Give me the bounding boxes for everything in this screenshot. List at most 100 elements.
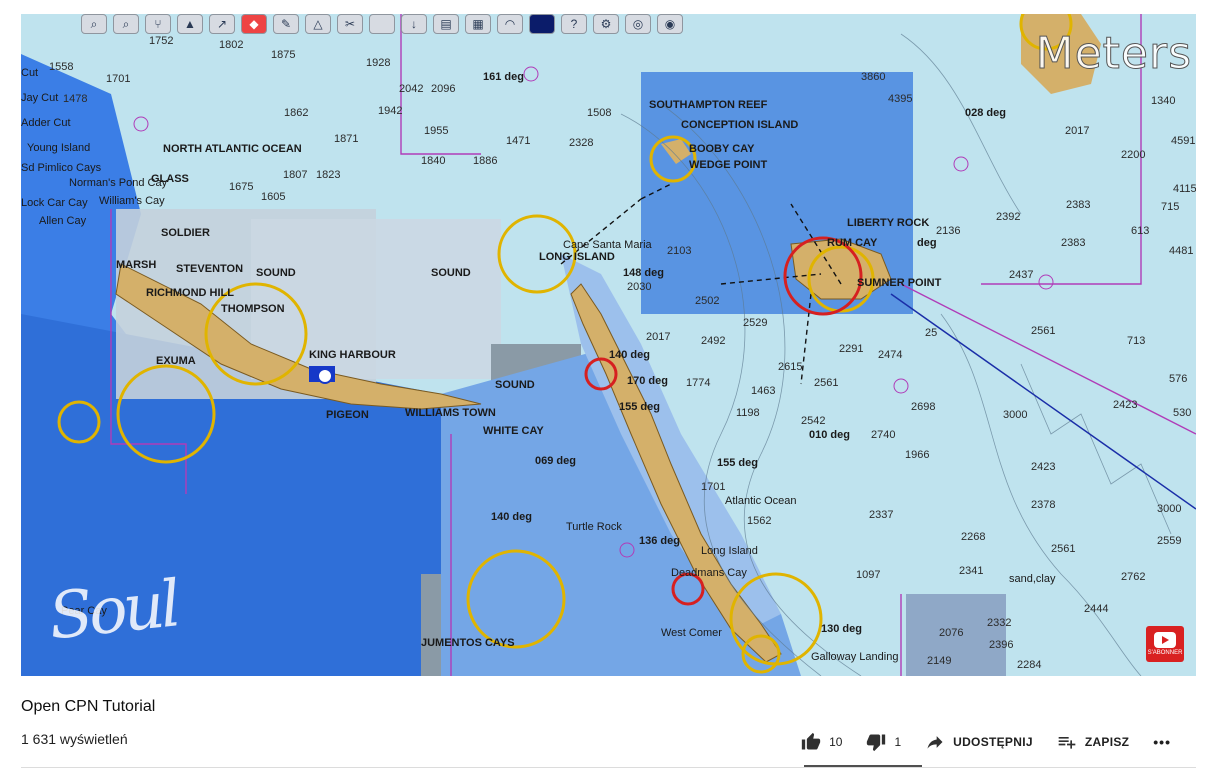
dislike-button[interactable]: 1: [854, 728, 913, 756]
svg-text:4115: 4115: [1173, 183, 1196, 195]
youtube-play-icon: [1154, 632, 1176, 648]
lifebuoy-icon[interactable]: ◉: [657, 14, 683, 34]
svg-text:1478: 1478: [63, 93, 87, 105]
svg-text:Norman's Pond Cay: Norman's Pond Cay: [69, 177, 168, 189]
svg-text:2332: 2332: [987, 617, 1011, 629]
playlist-add-icon: [1058, 737, 1076, 749]
svg-text:1823: 1823: [316, 169, 340, 181]
svg-text:SOUTHAMPTON REEF: SOUTHAMPTON REEF: [649, 99, 768, 111]
svg-text:STEVENTON: STEVENTON: [176, 263, 243, 275]
svg-text:West Comer: West Comer: [661, 627, 722, 639]
svg-text:2492: 2492: [701, 335, 725, 347]
svg-text:1701: 1701: [106, 73, 130, 85]
svg-text:1886: 1886: [473, 155, 497, 167]
graph-icon[interactable]: ▦: [465, 14, 491, 34]
nautical-chart: NORTH ATLANTIC OCEAN SOUTHAMPTON REEF CO…: [21, 14, 1196, 676]
svg-text:1955: 1955: [424, 125, 448, 137]
video-player[interactable]: NORTH ATLANTIC OCEAN SOUTHAMPTON REEF CO…: [21, 14, 1196, 676]
svg-text:130 deg: 130 deg: [821, 623, 862, 635]
opencpn-toolbar: ⌕ ⌕ ⑂ ▲ ↗ ◆ ✎ △ ✂ ↓ ▤ ▦ ◠ ? ⚙ ◎ ◉: [81, 14, 683, 36]
svg-text:NORTH ATLANTIC OCEAN: NORTH ATLANTIC OCEAN: [163, 143, 302, 155]
tide-icon[interactable]: ◠: [497, 14, 523, 34]
svg-text:WHITE CAY: WHITE CAY: [483, 425, 544, 437]
video-actions: 10 1 UDOSTĘPNIJ ZAPISZ •••: [789, 728, 1183, 756]
svg-text:069 deg: 069 deg: [535, 455, 576, 467]
svg-text:2542: 2542: [801, 415, 825, 427]
print-icon[interactable]: ▤: [433, 14, 459, 34]
svg-text:170 deg: 170 deg: [627, 375, 668, 387]
svg-text:SOUND: SOUND: [256, 267, 296, 279]
zoom-in-icon[interactable]: ⌕: [81, 14, 107, 34]
blank-icon[interactable]: [369, 14, 395, 34]
svg-text:2030: 2030: [627, 281, 651, 293]
svg-text:2561: 2561: [814, 377, 838, 389]
svg-text:576: 576: [1169, 373, 1187, 385]
compass-icon[interactable]: ◎: [625, 14, 651, 34]
svg-text:1928: 1928: [366, 57, 390, 69]
svg-text:Long Island: Long Island: [701, 545, 758, 557]
svg-text:deg: deg: [917, 237, 937, 249]
svg-text:Sd Pimlico Cays: Sd Pimlico Cays: [21, 162, 102, 174]
ship-icon[interactable]: ▲: [177, 14, 203, 34]
chart-icon[interactable]: △: [305, 14, 331, 34]
svg-text:2017: 2017: [646, 331, 670, 343]
svg-text:Cut: Cut: [21, 67, 38, 79]
subscribe-badge[interactable]: S'ABONNER: [1146, 626, 1184, 662]
svg-text:2268: 2268: [961, 531, 985, 543]
svg-text:161 deg: 161 deg: [483, 71, 524, 83]
svg-text:MARSH: MARSH: [116, 259, 156, 271]
thumbs-up-icon: [801, 732, 821, 750]
track-icon[interactable]: ↗: [209, 14, 235, 34]
pencil-icon[interactable]: ✎: [273, 14, 299, 34]
svg-text:2396: 2396: [989, 639, 1013, 651]
tools-icon[interactable]: ✂: [337, 14, 363, 34]
svg-text:2437: 2437: [1009, 269, 1033, 281]
night-mode-icon[interactable]: [529, 14, 555, 34]
vessel-icon: [309, 366, 335, 384]
svg-text:530: 530: [1173, 407, 1191, 419]
meters-overlay: Meters: [1035, 28, 1192, 80]
eraser-icon[interactable]: ◆: [241, 14, 267, 34]
share-button[interactable]: UDOSTĘPNIJ: [913, 728, 1045, 756]
svg-text:Adder Cut: Adder Cut: [21, 117, 71, 129]
svg-text:2291: 2291: [839, 343, 863, 355]
svg-text:4481: 4481: [1169, 245, 1193, 257]
svg-text:EXUMA: EXUMA: [156, 355, 196, 367]
help-icon[interactable]: ?: [561, 14, 587, 34]
svg-text:sand,clay: sand,clay: [1009, 573, 1056, 585]
svg-text:THOMPSON: THOMPSON: [221, 303, 285, 315]
save-button[interactable]: ZAPISZ: [1045, 728, 1141, 756]
download-icon[interactable]: ↓: [401, 14, 427, 34]
svg-text:1701: 1701: [701, 481, 725, 493]
svg-text:028 deg: 028 deg: [965, 107, 1006, 119]
svg-text:1807: 1807: [283, 169, 307, 181]
svg-text:KING HARBOUR: KING HARBOUR: [309, 349, 396, 361]
svg-text:Allen Cay: Allen Cay: [39, 215, 87, 227]
svg-text:CONCEPTION ISLAND: CONCEPTION ISLAND: [681, 119, 798, 131]
zoom-out-icon[interactable]: ⌕: [113, 14, 139, 34]
more-actions-button[interactable]: •••: [1141, 728, 1183, 756]
svg-text:1875: 1875: [271, 49, 295, 61]
svg-text:2149: 2149: [927, 655, 951, 667]
svg-text:Deadmans Cay: Deadmans Cay: [671, 567, 747, 579]
svg-text:Young Island: Young Island: [27, 142, 90, 154]
svg-text:2341: 2341: [959, 565, 983, 577]
like-button[interactable]: 10: [789, 728, 854, 756]
route-icon[interactable]: ⑂: [145, 14, 171, 34]
svg-text:1942: 1942: [378, 105, 402, 117]
share-label: UDOSTĘPNIJ: [953, 735, 1033, 749]
svg-text:2136: 2136: [936, 225, 960, 237]
settings-icon[interactable]: ⚙: [593, 14, 619, 34]
svg-text:RUM CAY: RUM CAY: [827, 237, 878, 249]
svg-text:1802: 1802: [219, 39, 243, 51]
svg-text:1340: 1340: [1151, 95, 1175, 107]
svg-text:1198: 1198: [736, 407, 760, 419]
svg-text:155 deg: 155 deg: [619, 401, 660, 413]
svg-text:SUMNER POINT: SUMNER POINT: [857, 277, 942, 289]
like-count: 10: [829, 735, 843, 749]
svg-text:JUMENTOS CAYS: JUMENTOS CAYS: [421, 637, 515, 649]
svg-text:2502: 2502: [695, 295, 719, 307]
svg-text:1605: 1605: [261, 191, 285, 203]
subscribe-badge-label: S'ABONNER: [1147, 650, 1183, 656]
view-count: 1 631 wyświetleń: [21, 731, 128, 747]
